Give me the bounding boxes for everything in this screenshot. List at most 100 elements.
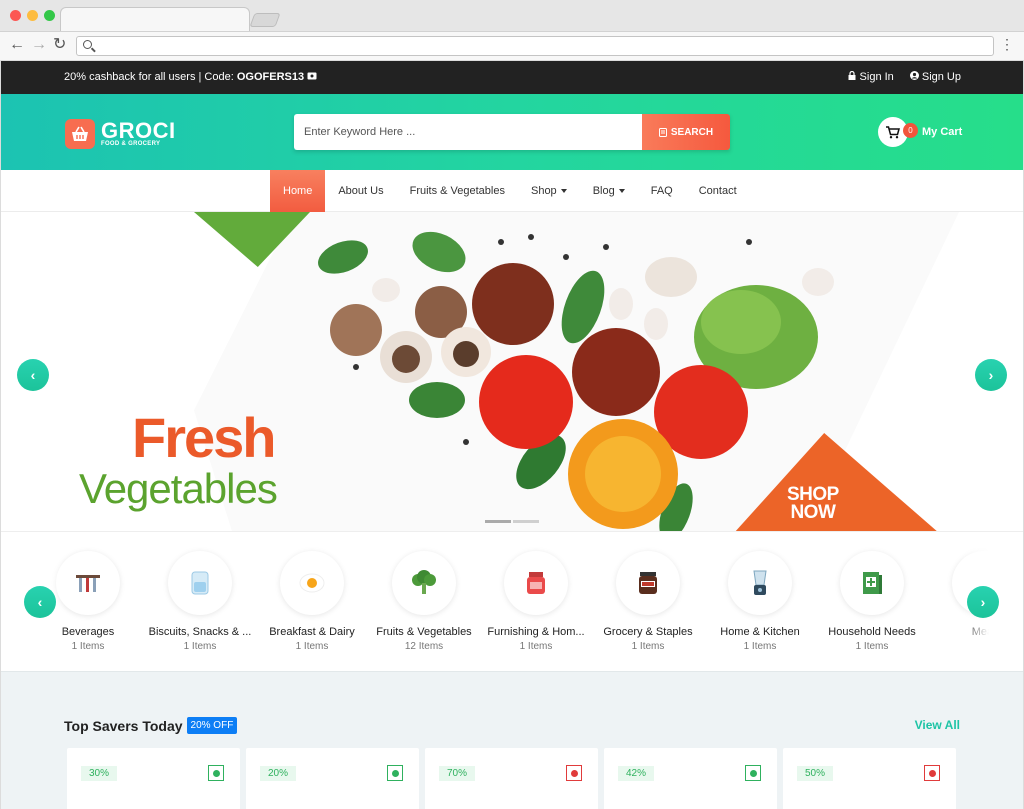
cart-label: My Cart bbox=[922, 126, 963, 138]
chevron-right-icon: › bbox=[988, 367, 994, 383]
category-item[interactable]: Grocery & Staples 1 Items bbox=[593, 551, 703, 652]
back-icon[interactable]: ← bbox=[9, 37, 25, 53]
category-count: 1 Items bbox=[295, 641, 329, 652]
nav-home[interactable]: Home bbox=[270, 170, 326, 212]
category-item[interactable]: Breakfast & Dairy 1 Items bbox=[257, 551, 367, 652]
discount-tag: 70% bbox=[439, 766, 476, 781]
nav-blog[interactable]: Blog bbox=[580, 170, 638, 212]
shop-now-text[interactable]: SHOP NOW bbox=[787, 485, 839, 523]
hero-headline: Fresh bbox=[132, 406, 276, 469]
category-count: 1 Items bbox=[631, 641, 665, 652]
nav-label: Home bbox=[283, 185, 313, 197]
category-name: Home & Kitchen bbox=[720, 626, 800, 638]
minimize-window-button[interactable] bbox=[27, 10, 38, 21]
nav-about-us[interactable]: About Us bbox=[325, 170, 396, 212]
jar-icon bbox=[168, 551, 232, 615]
vegetables-image bbox=[318, 231, 834, 531]
product-card[interactable]: 30% bbox=[67, 748, 240, 809]
category-count: 12 Items bbox=[404, 641, 444, 652]
cart-icon bbox=[886, 125, 900, 138]
category-item[interactable]: Household Needs 1 Items bbox=[817, 551, 927, 652]
chevron-left-icon: ‹ bbox=[37, 594, 43, 610]
chevron-down-icon bbox=[618, 189, 625, 193]
cart-icon-wrapper: 0 bbox=[878, 117, 918, 147]
beverages-icon bbox=[56, 551, 120, 615]
egg-icon bbox=[280, 551, 344, 615]
category-name: Breakfast & Dairy bbox=[269, 626, 355, 638]
logo[interactable]: GROCI FOOD & GROCERY bbox=[65, 119, 176, 149]
promo-code: OGOFERS13 bbox=[236, 71, 305, 83]
browser-toolbar: ← → ↻ ⋮ bbox=[0, 31, 1024, 60]
hero-prev-button[interactable]: ‹ bbox=[17, 359, 49, 391]
non-veg-icon bbox=[566, 765, 582, 781]
product-card[interactable]: 50% bbox=[783, 748, 956, 809]
category-name: Household Needs bbox=[828, 626, 916, 638]
category-item[interactable]: Biscuits, Snacks & ... 1 Items bbox=[145, 551, 255, 652]
sign-up-link[interactable]: Sign Up bbox=[909, 71, 961, 83]
new-tab-button[interactable] bbox=[249, 13, 281, 27]
chevron-down-icon bbox=[560, 189, 567, 193]
hero-dot-2[interactable] bbox=[513, 520, 539, 523]
category-count: 1 Items bbox=[743, 641, 777, 652]
address-bar[interactable] bbox=[76, 36, 994, 56]
product-card[interactable]: 70% bbox=[425, 748, 598, 809]
promo-text: 20% cashback for all users | Code: bbox=[64, 71, 234, 83]
hero-next-button[interactable]: › bbox=[975, 359, 1007, 391]
box-icon bbox=[840, 551, 904, 615]
search-icon bbox=[83, 40, 92, 49]
chevron-right-icon: › bbox=[980, 594, 986, 610]
category-carousel: Beverages 1 Items Biscuits, Snacks & ...… bbox=[1, 532, 1023, 670]
basket-icon bbox=[65, 119, 95, 149]
category-item[interactable]: Fruits & Vegetables 12 Items bbox=[369, 551, 479, 652]
category-item[interactable]: Furnishing & Hom... 1 Items bbox=[481, 551, 591, 652]
discount-tag: 50% bbox=[797, 766, 834, 781]
user-icon bbox=[909, 71, 919, 80]
jam-jar-icon bbox=[504, 551, 568, 615]
product-card[interactable]: 20% bbox=[246, 748, 419, 809]
hero-dot-1[interactable] bbox=[485, 520, 511, 523]
top-savers-section: Top Savers Today 20% OFF View All 30% 20… bbox=[1, 671, 1023, 809]
category-item[interactable]: Home & Kitchen 1 Items bbox=[705, 551, 815, 652]
category-next-button[interactable]: › bbox=[967, 586, 999, 618]
browser-tab[interactable] bbox=[60, 7, 250, 31]
nav-faq[interactable]: FAQ bbox=[638, 170, 686, 212]
discount-tag: 42% bbox=[618, 766, 655, 781]
category-count: 1 Items bbox=[519, 641, 553, 652]
category-name: Grocery & Staples bbox=[603, 626, 693, 638]
hero-slider: Fresh Vegetables SHOP NOW ‹ › bbox=[1, 212, 1023, 532]
product-card[interactable]: 42% bbox=[604, 748, 777, 809]
search-button[interactable]: SEARCH bbox=[642, 114, 730, 150]
sign-in-label: Sign In bbox=[859, 71, 894, 83]
window-controls bbox=[10, 10, 55, 21]
search-input[interactable] bbox=[294, 114, 642, 150]
header: GROCI FOOD & GROCERY SEARCH 0 My Cart bbox=[1, 94, 1023, 170]
nav-label: Contact bbox=[698, 185, 737, 197]
category-count: 1 Items bbox=[855, 641, 889, 652]
nav-contact[interactable]: Contact bbox=[686, 170, 750, 212]
category-name: Fruits & Vegetables bbox=[376, 626, 472, 638]
nav-label: FAQ bbox=[650, 185, 673, 197]
section-title: Top Savers Today 20% OFF bbox=[64, 717, 238, 734]
view-all-link[interactable]: View All bbox=[915, 718, 960, 732]
spread-jar-icon bbox=[616, 551, 680, 615]
reload-icon[interactable]: ↻ bbox=[53, 37, 66, 53]
discount-tag: 20% bbox=[260, 766, 297, 781]
nav-shop[interactable]: Shop bbox=[518, 170, 580, 212]
search-button-label: SEARCH bbox=[670, 126, 714, 138]
sign-in-link[interactable]: Sign In bbox=[848, 70, 894, 83]
search-bar: SEARCH bbox=[294, 114, 730, 150]
close-window-button[interactable] bbox=[10, 10, 21, 21]
nav-label: About Us bbox=[338, 185, 384, 197]
nav-fruits-vegetables[interactable]: Fruits & Vegetables bbox=[397, 170, 518, 212]
browser-menu-icon[interactable]: ⋮ bbox=[1000, 36, 1014, 53]
maximize-window-button[interactable] bbox=[44, 10, 55, 21]
category-name: Furnishing & Hom... bbox=[487, 626, 585, 638]
blender-icon bbox=[728, 551, 792, 615]
cart-button[interactable]: 0 My Cart bbox=[878, 117, 962, 147]
forward-icon[interactable]: → bbox=[31, 37, 47, 53]
category-prev-button[interactable]: ‹ bbox=[24, 586, 56, 618]
shop-now-line-2: NOW bbox=[790, 502, 836, 523]
category-name: Biscuits, Snacks & ... bbox=[148, 626, 252, 638]
chevron-left-icon: ‹ bbox=[30, 367, 36, 383]
sign-up-label: Sign Up bbox=[921, 71, 961, 83]
